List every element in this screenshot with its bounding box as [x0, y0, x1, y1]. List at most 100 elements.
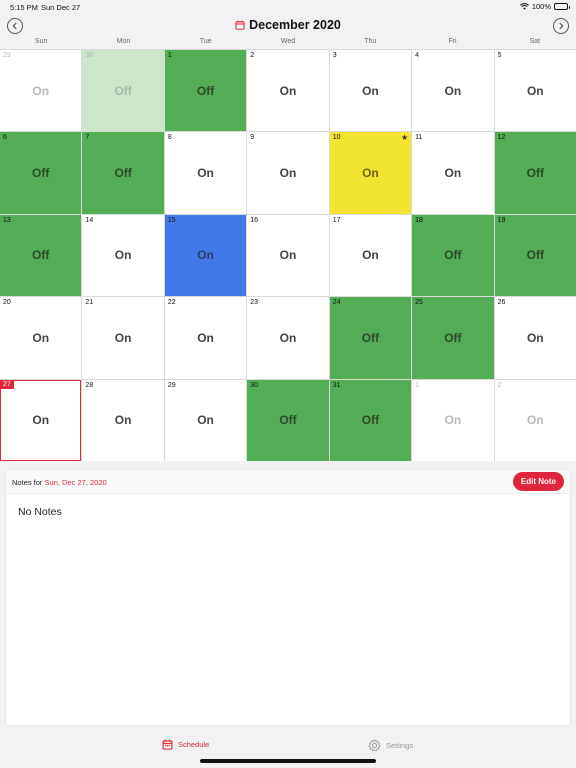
day-cell[interactable]: 2 On: [494, 379, 576, 461]
status-time: 5:15 PM: [10, 3, 38, 12]
day-status: On: [279, 330, 297, 345]
day-cell[interactable]: 12 Off: [494, 132, 576, 214]
weekday-label: Wed: [280, 38, 296, 45]
tab-schedule-label: Schedule: [178, 740, 210, 749]
day-cell[interactable]: 22 On: [164, 297, 247, 379]
day-cell[interactable]: 1 On: [412, 379, 494, 461]
day-cell[interactable]: 30 Off: [247, 379, 329, 461]
chevron-right-icon: [559, 22, 564, 30]
day-cell[interactable]: 31 Off: [329, 379, 412, 461]
weekday-label: Thu: [364, 38, 377, 45]
day-cell[interactable]: 13 Off: [0, 214, 82, 297]
day-cell[interactable]: 29 On: [164, 379, 247, 461]
day-cell[interactable]: 21 On: [82, 297, 164, 379]
day-cell[interactable]: 25 Off: [412, 297, 494, 379]
day-status: On: [526, 330, 544, 345]
day-number: 24: [332, 299, 341, 307]
day-status: On: [197, 330, 214, 345]
day-cell[interactable]: 9 On: [247, 132, 329, 214]
day-status: On: [114, 248, 132, 263]
day-number: 1: [415, 381, 420, 389]
edit-note-button[interactable]: Edit Note: [512, 472, 564, 491]
day-cell[interactable]: 28 On: [82, 379, 164, 461]
tab-schedule[interactable]: Schedule: [162, 739, 209, 750]
day-cell[interactable]: 24 Off: [329, 297, 412, 379]
day-number: 29: [3, 52, 11, 59]
day-cell[interactable]: 2 On: [247, 50, 329, 132]
notes-date: Sun, Dec 27, 2020: [44, 478, 107, 487]
day-number: 20: [3, 299, 11, 307]
day-cell[interactable]: 14 On: [82, 214, 164, 297]
day-cell[interactable]: 16 On: [247, 214, 329, 297]
day-cell[interactable]: 27 On: [0, 379, 82, 461]
wifi-icon: [519, 3, 529, 10]
day-status: On: [114, 330, 132, 345]
day-number: 11: [415, 134, 423, 142]
next-month-button[interactable]: [553, 18, 569, 34]
day-number: 2: [250, 52, 255, 59]
day-status: Off: [526, 248, 544, 263]
day-number: 4: [415, 52, 420, 59]
day-cell[interactable]: 11 On: [412, 132, 494, 214]
day-number: 7: [85, 134, 90, 142]
day-status: On: [197, 413, 214, 428]
day-cell[interactable]: 3 On: [329, 50, 412, 132]
calendar-header: December 2020: [0, 14, 576, 38]
day-status: On: [526, 413, 544, 428]
weekday-label: Tue: [199, 38, 212, 45]
notes-title: Notes for Sun, Dec 27, 2020: [12, 478, 107, 487]
day-number: 29: [167, 381, 176, 389]
day-status: On: [32, 413, 50, 428]
day-cell[interactable]: 17 On: [329, 214, 412, 297]
tab-settings-label: Settings: [386, 741, 414, 750]
day-cell[interactable]: 6 Off: [0, 132, 82, 214]
day-cell[interactable]: 10 ★ On: [329, 132, 412, 214]
day-number: 14: [85, 216, 94, 224]
day-status: Off: [361, 413, 380, 428]
day-cell[interactable]: 30 Off: [82, 50, 164, 132]
day-number: 10: [332, 134, 341, 142]
day-status: Off: [196, 83, 215, 98]
tab-settings[interactable]: Settings: [368, 739, 413, 752]
day-cell[interactable]: 1 Off: [164, 50, 247, 132]
day-status: On: [279, 248, 297, 263]
day-number: 1: [167, 52, 172, 59]
day-status: On: [526, 83, 544, 98]
notes-empty-text: No Notes: [18, 506, 62, 518]
day-cell[interactable]: 29 On: [0, 50, 82, 132]
day-number: 27: [0, 379, 14, 389]
day-status: On: [197, 166, 214, 181]
day-cell[interactable]: 18 Off: [412, 214, 494, 297]
day-status: Off: [32, 166, 50, 181]
day-status: On: [444, 83, 462, 98]
day-cell[interactable]: 26 On: [494, 297, 576, 379]
day-status: On: [362, 166, 379, 181]
calendar-icon: [162, 739, 173, 750]
weekday-label: Fri: [448, 38, 457, 45]
weekday-label: Sat: [529, 38, 541, 45]
day-cell[interactable]: 15 On: [164, 214, 247, 297]
day-status: Off: [114, 83, 132, 98]
day-number: 5: [497, 52, 502, 59]
day-number: 13: [3, 216, 11, 224]
day-status: On: [279, 166, 297, 181]
calendar-icon: [235, 20, 245, 30]
day-cell[interactable]: 23 On: [247, 297, 329, 379]
day-cell[interactable]: 7 Off: [82, 132, 164, 214]
home-indicator[interactable]: [200, 759, 376, 763]
day-status: On: [362, 248, 379, 263]
day-status: Off: [361, 330, 380, 345]
day-cell[interactable]: 19 Off: [494, 214, 576, 297]
day-number: 12: [497, 134, 506, 142]
month-title-group: December 2020: [0, 18, 576, 32]
day-number: 30: [250, 381, 259, 389]
day-cell[interactable]: 5 On: [494, 50, 576, 132]
day-cell[interactable]: 8 On: [164, 132, 247, 214]
day-number: 22: [167, 299, 176, 307]
day-cell[interactable]: 4 On: [412, 50, 494, 132]
day-cell[interactable]: 20 On: [0, 297, 82, 379]
status-date: Sun Dec 27: [41, 3, 81, 12]
day-status: On: [32, 83, 50, 98]
day-number: 31: [332, 381, 341, 389]
day-number: 17: [332, 216, 341, 224]
